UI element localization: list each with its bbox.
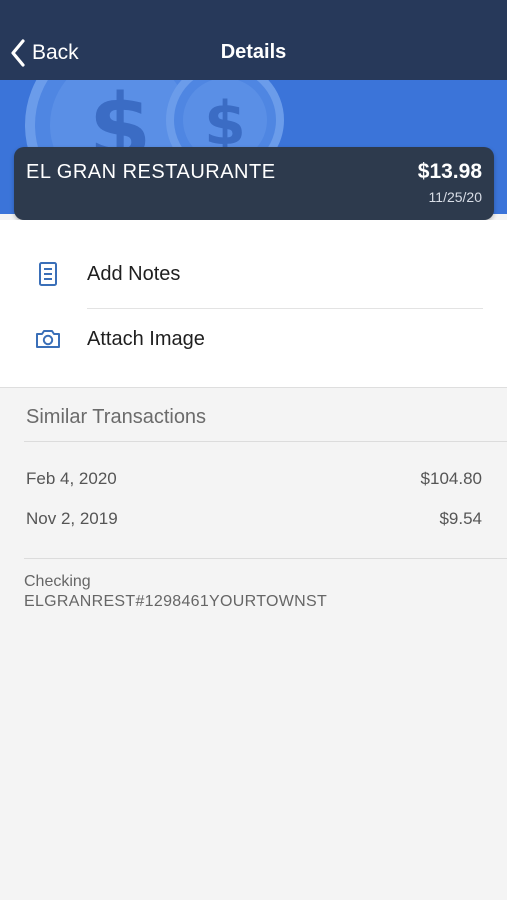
camera-icon bbox=[34, 327, 62, 351]
transaction-date: 11/25/20 bbox=[428, 189, 482, 205]
section-divider bbox=[24, 558, 507, 559]
navigation-bar: Back Details bbox=[0, 0, 507, 80]
similar-divider bbox=[24, 441, 507, 442]
similar-transaction-date: Nov 2, 2019 bbox=[26, 509, 118, 528]
similar-transaction-row[interactable]: Feb 4, 2020 $104.80 bbox=[26, 469, 482, 493]
page-title: Details bbox=[220, 41, 287, 63]
transaction-card: EL GRAN RESTAURANTE $13.98 11/25/20 bbox=[14, 147, 494, 220]
actions-list: Add Notes Attach Image bbox=[0, 220, 507, 388]
notes-icon bbox=[34, 260, 62, 288]
merchant-name: EL GRAN RESTAURANTE bbox=[26, 161, 276, 183]
details-screen: Back Details $ $ EL GRAN RESTAURANTE $13… bbox=[0, 0, 507, 900]
account-type: Checking bbox=[24, 573, 91, 590]
similar-transaction-row[interactable]: Nov 2, 2019 $9.54 bbox=[26, 509, 482, 533]
add-notes-label: Add Notes bbox=[87, 262, 181, 285]
attach-image-label: Attach Image bbox=[87, 327, 205, 350]
transaction-amount: $13.98 bbox=[417, 160, 482, 183]
similar-transaction-amount: $9.54 bbox=[439, 509, 482, 528]
transaction-description: ELGRANREST#1298461YOURTOWNST bbox=[24, 593, 328, 610]
add-notes-button[interactable]: Add Notes bbox=[0, 242, 507, 306]
similar-transaction-date: Feb 4, 2020 bbox=[26, 469, 117, 488]
attach-image-button[interactable]: Attach Image bbox=[0, 307, 507, 371]
similar-transaction-amount: $104.80 bbox=[420, 469, 482, 488]
similar-transactions-header: Similar Transactions bbox=[26, 406, 207, 428]
